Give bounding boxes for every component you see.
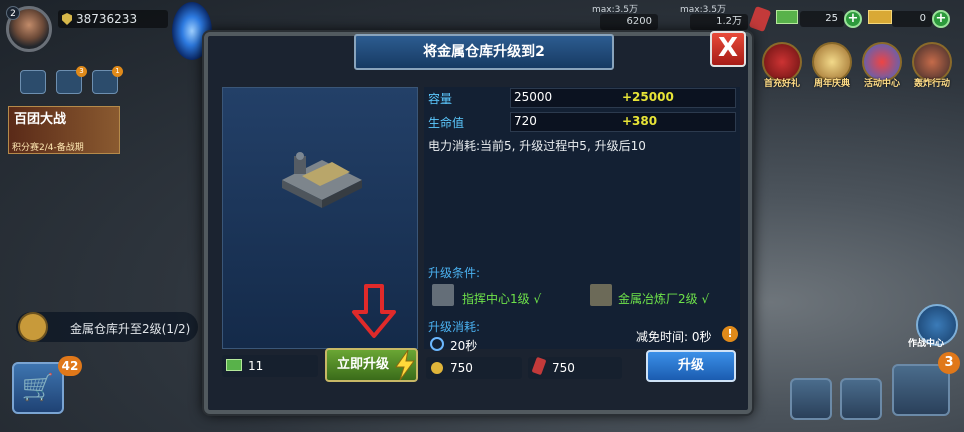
- gold-value: 0: [892, 11, 932, 27]
- task-text: 金属仓库升至2级(1/2): [70, 322, 191, 336]
- combat-power: 38736233: [58, 10, 168, 28]
- instant-upgrade-label: 立即升级: [337, 357, 390, 372]
- command-center-icon: [432, 284, 454, 306]
- oil-icon: [748, 5, 772, 33]
- metal-icon: [431, 362, 443, 374]
- conditions-label: 升级条件:: [428, 266, 481, 280]
- info-icon[interactable]: !: [722, 326, 738, 342]
- cash-icon: [776, 10, 798, 24]
- res1-value: 6200: [600, 14, 658, 30]
- reduce-time: 减免时间: 0秒: [636, 330, 712, 344]
- timer-icon: [430, 337, 444, 351]
- condition-1: 指挥中心1级 √: [462, 292, 542, 306]
- condition-2: 金属冶炼厂2级 √: [618, 292, 710, 306]
- lightning-icon: [395, 350, 415, 380]
- cash-cost-icon: [226, 359, 242, 371]
- power-consumption-text: 电力消耗:当前5, 升级过程中5, 升级后10: [428, 139, 646, 153]
- arrow-down-icon: [352, 284, 396, 338]
- metal-warehouse-icon: [282, 152, 362, 208]
- close-button[interactable]: X: [710, 31, 746, 67]
- game-screen: 2 38736233 max:3.5万 6200 max:3.5万 1.2万 2…: [0, 0, 964, 432]
- player-level: 2: [6, 6, 20, 20]
- event-subtitle: 积分赛2/4-备战期: [12, 143, 84, 153]
- radar-label: 作战中心: [908, 339, 945, 349]
- dialog-title: 将金属仓库升级到2: [354, 34, 614, 70]
- cost-label: 升级消耗:: [428, 320, 481, 334]
- metal-cost: 750: [450, 361, 473, 375]
- gold-icon: [868, 10, 892, 24]
- combat-icon[interactable]: [892, 364, 950, 416]
- backpack-icon[interactable]: [790, 378, 832, 420]
- upgrade-button[interactable]: 升级: [646, 350, 736, 382]
- hp-delta: +380: [622, 114, 658, 128]
- event-title: 百团大战: [14, 112, 67, 127]
- event-center-label: 活动中心: [863, 79, 900, 89]
- oil-cost: 750: [552, 361, 575, 375]
- settings-icon[interactable]: [20, 70, 46, 94]
- mail-badge: 3: [76, 66, 87, 77]
- bombing-label: 轰炸行动: [913, 79, 950, 89]
- res2-value: 1.2万: [690, 14, 748, 30]
- alliance-icon[interactable]: [840, 378, 882, 420]
- anniversary-label: 周年庆典: [813, 79, 850, 89]
- time-cost: 20秒: [450, 339, 478, 353]
- combat-badge: 3: [938, 352, 960, 374]
- shop-badge: 42: [58, 356, 82, 376]
- trophy-badge: 1: [112, 66, 123, 77]
- add-cash-button[interactable]: +: [844, 10, 862, 28]
- cash-value: 25: [800, 11, 844, 27]
- hp-label: 生命值: [428, 116, 465, 130]
- first-recharge-label: 首充好礼: [763, 79, 800, 89]
- capacity-value: 25000: [514, 90, 553, 104]
- capacity-delta: +25000: [622, 90, 674, 104]
- capacity-label: 容量: [428, 92, 453, 106]
- smelter-icon: [590, 284, 612, 306]
- hp-value: 720: [514, 114, 537, 128]
- task-icon: [18, 312, 48, 342]
- add-gold-button[interactable]: +: [932, 10, 950, 28]
- shop-cart-icon[interactable]: 🛒: [12, 362, 64, 414]
- cash-cost: 11: [248, 359, 264, 373]
